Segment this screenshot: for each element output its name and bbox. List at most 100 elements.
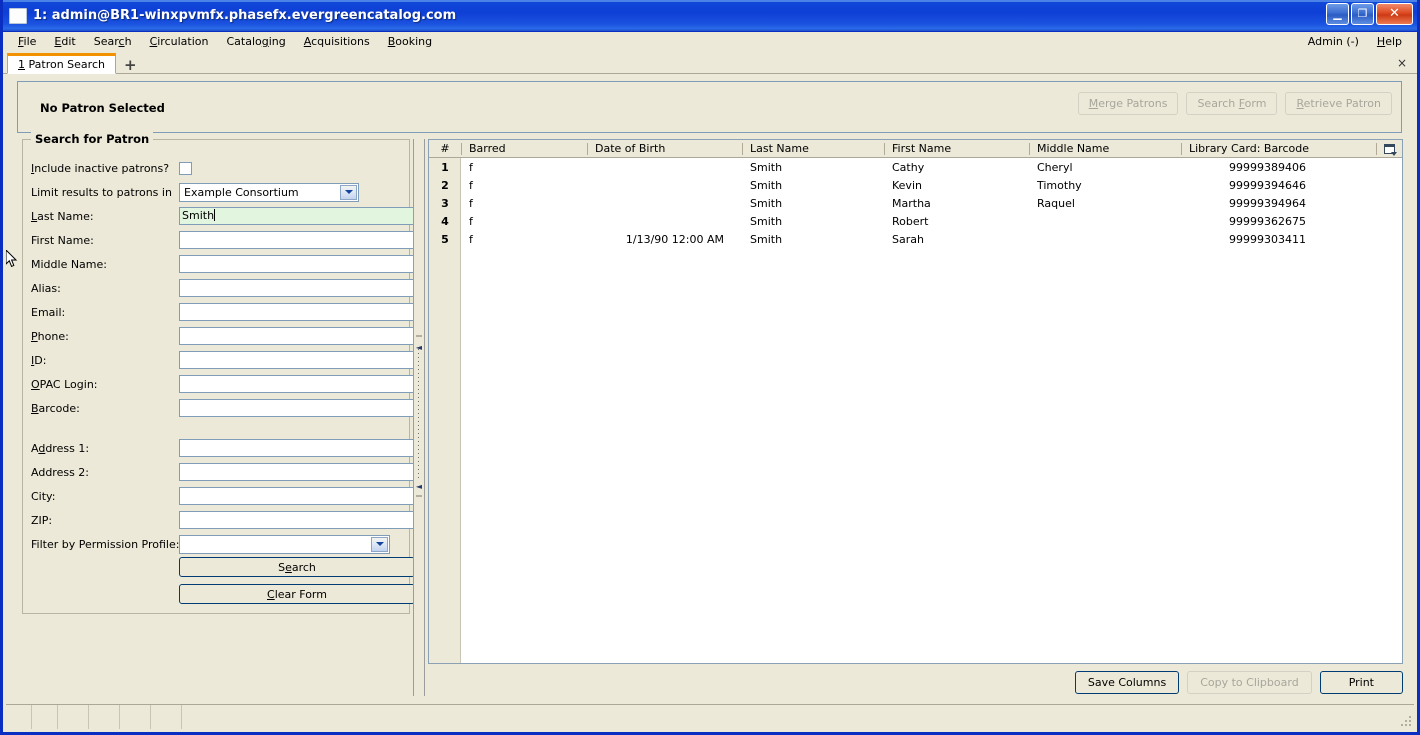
address-1-input[interactable] — [179, 439, 415, 457]
menu-edit[interactable]: Edit — [45, 33, 84, 50]
cell-date-of-birth — [587, 159, 742, 177]
city-input[interactable] — [179, 487, 415, 505]
cell-first-name: Cathy — [892, 161, 925, 174]
opac-login-input[interactable] — [179, 375, 415, 393]
splitter-tick-top — [416, 335, 422, 337]
field-row-id: ID: — [31, 349, 415, 371]
column-header-barred[interactable]: Barred — [461, 140, 587, 158]
clear-form-button[interactable]: Clear Form — [179, 584, 415, 604]
search-panel: Search for Patron Include inactive patro… — [17, 132, 415, 696]
status-panel-4 — [89, 705, 120, 729]
splitter-collapse-right-icon[interactable]: ◄ — [415, 483, 423, 491]
copy-to-clipboard-button[interactable]: Copy to Clipboard — [1187, 670, 1312, 694]
include-inactive-checkbox[interactable] — [179, 161, 192, 175]
text-caret — [214, 209, 216, 221]
grid-header-row: # Barred Date of Birth Last Name First N… — [429, 140, 1402, 158]
menu-acquisitions[interactable]: Acquisitions — [295, 33, 379, 50]
field-row-middle-name: Middle Name: — [31, 253, 415, 275]
cell-last-name: Smith — [750, 233, 783, 246]
table-row[interactable]: 2 f Smith Kevin Timothy 99999394646 — [429, 177, 1402, 195]
column-header-number[interactable]: # — [429, 140, 461, 158]
last-name-input[interactable]: Smith — [179, 207, 415, 225]
cell-middle-name — [1029, 231, 1181, 249]
first-name-label: First Name: — [31, 233, 94, 247]
id-input[interactable] — [179, 351, 415, 369]
menu-bar-right: Admin (-) Help — [1299, 32, 1411, 51]
cell-barcode: 99999362675 — [1229, 215, 1306, 228]
column-header-middle-name[interactable]: Middle Name — [1029, 140, 1181, 158]
address-1-label: Address 1: — [31, 441, 90, 455]
address-2-input[interactable] — [179, 463, 415, 481]
cell-last-name: Smith — [750, 197, 783, 210]
cell-number: 3 — [441, 197, 449, 210]
patron-action-buttons: Merge Patrons Search Form Retrieve Patro… — [1077, 92, 1392, 115]
menu-cataloging[interactable]: Cataloging — [217, 33, 294, 50]
table-row[interactable]: 4 f Smith Robert 99999362675 — [429, 213, 1402, 231]
phone-label: Phone: — [31, 329, 69, 343]
patron-summary-bar: No Patron Selected Merge Patrons Search … — [17, 81, 1402, 133]
status-panel-5 — [120, 705, 151, 729]
close-button[interactable]: ✕ — [1376, 3, 1413, 25]
limit-results-value: Example Consortium — [184, 185, 299, 199]
field-row-first-name: First Name: — [31, 229, 415, 251]
cell-barred: f — [469, 233, 473, 246]
opac-login-label: OPAC Login: — [31, 377, 98, 391]
menu-circulation[interactable]: Circulation — [141, 33, 218, 50]
column-header-library-card-barcode[interactable]: Library Card: Barcode — [1181, 140, 1391, 158]
field-row-city: City: — [31, 485, 415, 507]
splitter-grip — [418, 349, 419, 479]
minimize-button[interactable]: _ — [1326, 3, 1349, 25]
email-input[interactable] — [179, 303, 415, 321]
splitter-collapse-left-icon[interactable]: ◄ — [415, 344, 423, 352]
column-header-last-name[interactable]: Last Name — [742, 140, 884, 158]
table-row[interactable]: 5 f 1/13/90 12:00 AM Smith Sarah 9999930… — [429, 231, 1402, 249]
cell-barred: f — [469, 161, 473, 174]
tab-strip: 1 Patron Search + × — [3, 51, 1417, 74]
search-groupbox-legend: Search for Patron — [31, 132, 154, 146]
minimize-icon: _ — [1333, 1, 1342, 21]
table-row[interactable]: 1 f Smith Cathy Cheryl 99999389406 — [429, 159, 1402, 177]
resize-grip-icon[interactable] — [1400, 715, 1412, 727]
column-header-first-name[interactable]: First Name — [884, 140, 1029, 158]
permission-profile-label: Filter by Permission Profile: — [31, 537, 180, 551]
permission-profile-select[interactable] — [179, 534, 390, 554]
print-button[interactable]: Print — [1319, 670, 1403, 694]
chevron-down-icon — [371, 536, 388, 552]
menu-file[interactable]: File — [9, 33, 45, 50]
phone-input[interactable] — [179, 327, 415, 345]
tab-patron-search[interactable]: 1 Patron Search — [7, 53, 116, 74]
window-title: 1: admin@BR1-winxpvmfx.phasefx.evergreen… — [33, 8, 457, 23]
title-bar: 1: admin@BR1-winxpvmfx.phasefx.evergreen… — [3, 0, 1417, 32]
limit-results-select[interactable]: Example Consortium — [179, 182, 359, 202]
column-picker-icon[interactable] — [1376, 140, 1402, 158]
search-form-button[interactable]: Search Form — [1186, 92, 1278, 115]
zip-input[interactable] — [179, 511, 415, 529]
cell-barcode: 99999394646 — [1229, 179, 1306, 192]
panel-splitter[interactable]: ◄ ◄ — [413, 139, 425, 696]
cell-last-name: Smith — [750, 161, 783, 174]
cell-middle-name — [1029, 213, 1181, 231]
save-columns-button[interactable]: Save Columns — [1074, 670, 1180, 694]
table-row[interactable]: 3 f Smith Martha Raquel 99999394964 — [429, 195, 1402, 213]
cell-date-of-birth — [587, 195, 742, 213]
close-tab-icon[interactable]: × — [1397, 56, 1407, 70]
menu-booking[interactable]: Booking — [379, 33, 441, 50]
new-tab-button[interactable]: + — [124, 58, 137, 73]
barcode-input[interactable] — [179, 399, 415, 417]
close-icon: ✕ — [1389, 6, 1400, 21]
menu-help[interactable]: Help — [1368, 33, 1411, 50]
alias-input[interactable] — [179, 279, 415, 297]
menu-search[interactable]: Search — [85, 33, 141, 50]
middle-name-input[interactable] — [179, 255, 415, 273]
content-area: No Patron Selected Merge Patrons Search … — [6, 75, 1414, 702]
cell-number: 4 — [441, 215, 449, 228]
retrieve-patron-button[interactable]: Retrieve Patron — [1285, 92, 1392, 115]
first-name-input[interactable] — [179, 231, 415, 249]
merge-patrons-button[interactable]: Merge Patrons — [1077, 92, 1179, 115]
cell-first-name: Sarah — [892, 233, 924, 246]
menu-admin[interactable]: Admin (-) — [1299, 33, 1368, 50]
column-header-date-of-birth[interactable]: Date of Birth — [587, 140, 742, 158]
search-button[interactable]: Search — [179, 557, 415, 577]
patron-status-label: No Patron Selected — [40, 101, 165, 115]
maximize-button[interactable]: ❐ — [1351, 3, 1374, 25]
